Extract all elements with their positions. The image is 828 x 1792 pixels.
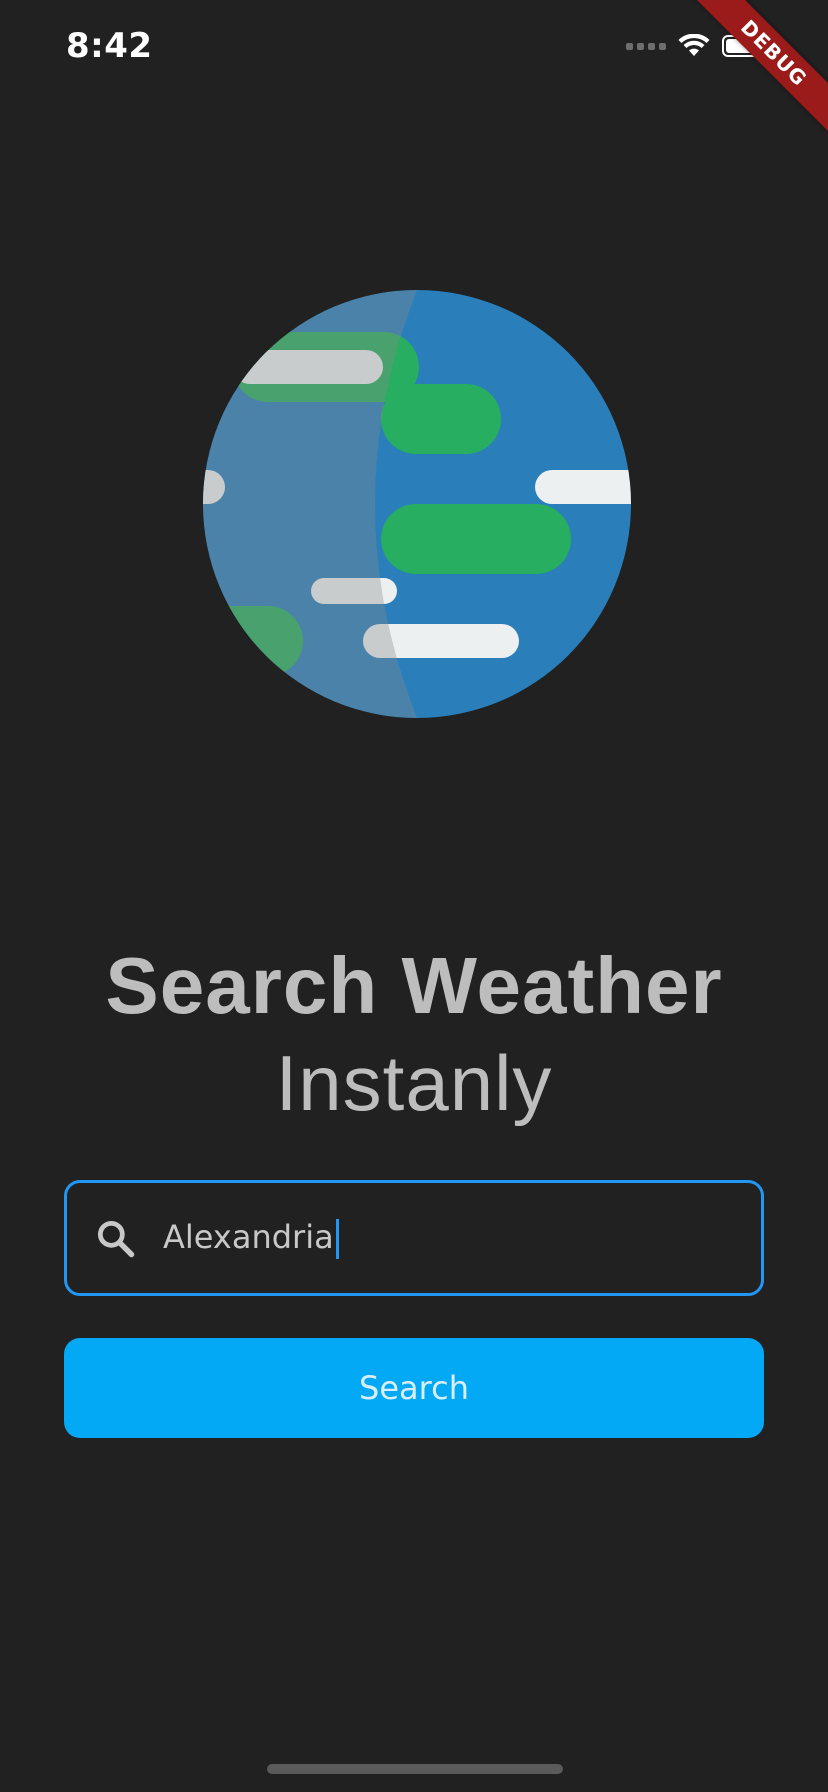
text-caret	[335, 1218, 339, 1259]
page-subtitle: Instanly	[275, 1039, 553, 1127]
home-indicator[interactable]	[267, 1764, 563, 1774]
weather-search-screen: 8:42 DEBUG Search Weather Instanly Alexa…	[0, 0, 828, 1792]
signal-icon	[626, 42, 666, 50]
wifi-icon	[678, 34, 710, 56]
status-time: 8:42	[66, 26, 153, 66]
page-title: Search Weather	[105, 941, 723, 1030]
search-input-value[interactable]: Alexandria	[163, 1218, 339, 1259]
search-button[interactable]: Search	[64, 1338, 764, 1438]
debug-banner: DEBUG	[684, 0, 828, 143]
search-input[interactable]: Alexandria	[64, 1180, 764, 1296]
search-icon	[97, 1220, 135, 1258]
globe-illustration	[203, 290, 631, 718]
